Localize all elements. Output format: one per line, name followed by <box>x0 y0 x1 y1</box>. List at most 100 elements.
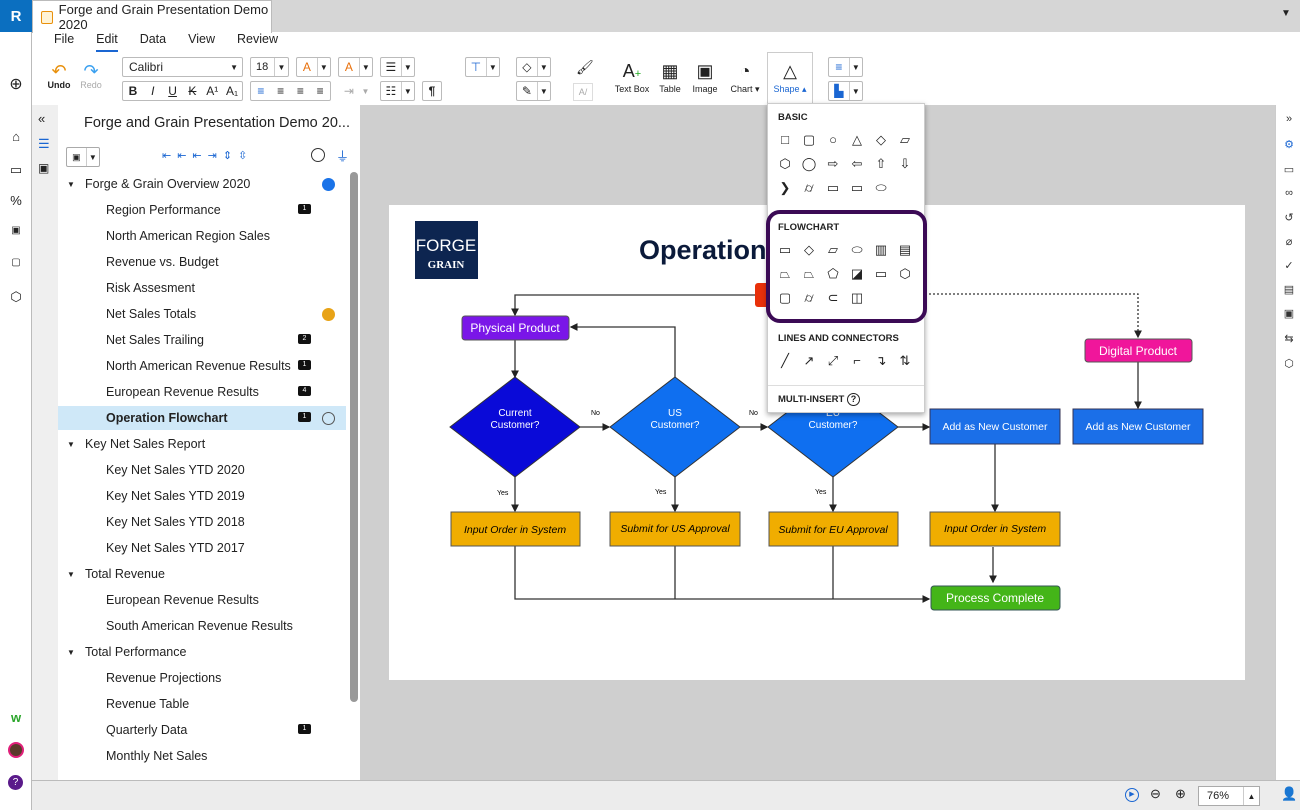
basic-shape-16[interactable]: ⬭ <box>872 180 890 196</box>
status-filter-icon[interactable] <box>311 148 325 162</box>
justify-button[interactable]: ≡ <box>310 84 330 98</box>
vertical-align-button[interactable]: ⊤ ▼ <box>465 57 500 77</box>
outline-item[interactable]: ▼ Forge & Grain Overview 2020 <box>58 172 346 196</box>
arrange-button[interactable]: ≡ ▼ <box>828 57 863 77</box>
multi-insert-button[interactable]: MULTI-INSERT ? <box>778 393 860 406</box>
input-order-node[interactable]: Input Order in System <box>929 511 1061 547</box>
caret-down-icon[interactable]: ▼ <box>67 648 75 657</box>
outline-item[interactable]: Revenue vs. Budget <box>58 250 346 274</box>
basic-shape-9[interactable]: ⇦ <box>848 156 866 172</box>
comment-badge[interactable]: 2 <box>298 334 311 344</box>
connector-shape-4[interactable]: ↴ <box>872 353 890 369</box>
outline-item[interactable]: European Revenue Results <box>58 588 346 612</box>
menu-view[interactable]: View <box>188 32 215 52</box>
add-section-button[interactable]: ▣ ▼ <box>66 147 100 167</box>
format-painter-icon[interactable]: 🖌 <box>576 59 594 76</box>
new-customer-node[interactable]: Add as New Customer <box>929 408 1061 445</box>
chevron-down-icon[interactable]: ▼ <box>1281 8 1291 19</box>
comment-icon[interactable]: ▭ <box>1281 163 1297 176</box>
eu-approval-node[interactable]: Submit for EU Approval <box>768 511 899 547</box>
basic-shape-2[interactable]: ○ <box>824 132 842 147</box>
basic-shape-11[interactable]: ⇩ <box>896 156 914 172</box>
basic-shape-3[interactable]: △ <box>848 132 866 148</box>
outline-tools[interactable]: ⇤⇤⇤⇥⇕⇳ <box>162 149 253 162</box>
folder-icon[interactable]: ▭ <box>8 162 24 178</box>
task-icon[interactable]: ▢ <box>8 257 24 268</box>
us-customer-decision[interactable]: USCustomer? <box>609 376 741 478</box>
us-approval-node[interactable]: Submit for US Approval <box>609 511 741 547</box>
translate-icon[interactable]: ⇆ <box>1281 332 1297 345</box>
home-icon[interactable]: ⌂ <box>8 129 24 144</box>
outline-item[interactable]: Monthly Net Sales <box>58 744 346 768</box>
basic-shape-13[interactable]: ⌭ <box>800 180 818 196</box>
filter-icon[interactable]: ⏚ <box>336 146 349 165</box>
caret-down-icon[interactable]: ▼ <box>67 440 75 449</box>
subscript-button[interactable]: A₁ <box>222 84 242 98</box>
settings-icon[interactable]: ⚙ <box>1281 138 1297 151</box>
basic-shape-7[interactable]: ◯ <box>800 156 818 172</box>
digital-product-node[interactable]: Digital Product <box>1084 338 1193 363</box>
outline-icon[interactable]: ☰ <box>38 136 50 152</box>
link-icon[interactable]: ∞ <box>1281 187 1297 199</box>
collapse-icon[interactable]: » <box>1281 113 1297 125</box>
outline-item[interactable]: Net Sales Totals <box>58 302 346 326</box>
outline-item[interactable]: Region Performance 1 <box>58 198 346 222</box>
basic-shape-0[interactable]: □ <box>776 132 794 147</box>
comment-badge[interactable]: 1 <box>298 412 311 422</box>
process-complete-node[interactable]: Process Complete <box>930 585 1061 611</box>
font-select[interactable]: Calibri ▼ <box>122 57 243 77</box>
comment-badge[interactable]: 1 <box>298 204 311 214</box>
outline-item[interactable]: Key Net Sales YTD 2018 <box>58 510 346 534</box>
image-button[interactable]: ▣ Image <box>690 58 720 94</box>
bold-button[interactable]: B <box>123 84 143 98</box>
outline-item[interactable]: North American Region Sales <box>58 224 346 248</box>
outline-item[interactable]: ▼ Key Net Sales Report <box>58 432 346 456</box>
outline-item[interactable]: Risk Assesment <box>58 276 346 300</box>
publish-icon[interactable]: ▣ <box>1281 307 1297 320</box>
comment-badge[interactable]: 4 <box>298 386 311 396</box>
comment-badge[interactable]: 1 <box>298 724 311 734</box>
connector-shape-0[interactable]: ╱ <box>776 353 794 369</box>
connector-shape-2[interactable]: ⤢ <box>824 353 842 369</box>
numbered-list-button[interactable]: ☷ ▼ <box>380 81 415 101</box>
input-order-node[interactable]: Input Order in System <box>450 511 581 547</box>
basic-shape-8[interactable]: ⇨ <box>824 156 842 172</box>
basic-shape-5[interactable]: ▱ <box>896 132 914 148</box>
collapse-panel-icon[interactable]: « <box>38 111 45 126</box>
chat-icon[interactable]: ▤ <box>1281 283 1297 296</box>
app-logo[interactable]: R <box>0 0 32 32</box>
status-circle[interactable] <box>322 412 335 425</box>
font-size-select[interactable]: 18 ▼ <box>250 57 289 77</box>
new-customer-node[interactable]: Add as New Customer <box>1072 408 1204 445</box>
basic-shape-14[interactable]: ▭ <box>824 180 842 196</box>
caret-down-icon[interactable]: ▼ <box>67 570 75 579</box>
indent-button[interactable]: ⇥ ▼ <box>338 81 373 101</box>
current-customer-decision[interactable]: CurrentCustomer? <box>449 376 581 478</box>
history-icon[interactable]: ↺ <box>1281 211 1297 224</box>
zoom-out-icon[interactable]: ⊖ <box>1150 786 1161 802</box>
comments-panel-icon[interactable]: ▣ <box>38 161 49 175</box>
avatar[interactable] <box>8 742 24 758</box>
bullet-list-button[interactable]: ☰ ▼ <box>380 57 415 77</box>
redo-button[interactable]: ↷ Redo <box>76 58 106 90</box>
comment-badge[interactable]: 1 <box>298 360 311 370</box>
cube-icon[interactable]: ⬡ <box>8 289 24 305</box>
document-tab[interactable]: Forge and Grain Presentation Demo 2020 <box>32 0 272 33</box>
underline-button[interactable]: U <box>163 84 183 98</box>
align-objects-button[interactable]: ▙ ▼ <box>828 81 863 101</box>
table-button[interactable]: ▦ Table <box>656 58 684 94</box>
check-icon[interactable]: ✓ <box>1281 259 1297 272</box>
status-dot[interactable] <box>322 308 335 321</box>
outline-item[interactable]: ▼ Total Performance <box>58 640 346 664</box>
outline-item[interactable]: Key Net Sales YTD 2020 <box>58 458 346 482</box>
strikethrough-button[interactable]: K <box>182 84 202 98</box>
outline-item[interactable]: North American Revenue Results 1 <box>58 354 346 378</box>
help-icon[interactable]: ? <box>8 775 23 790</box>
caret-down-icon[interactable]: ▼ <box>67 180 75 189</box>
attachment-icon[interactable]: ⌀ <box>1281 235 1297 248</box>
align-center-button[interactable]: ≡ <box>271 84 291 98</box>
italic-button[interactable]: I <box>143 84 163 98</box>
clear-style-button[interactable]: A ▼ <box>338 57 373 77</box>
basic-shape-6[interactable]: ⬡ <box>776 156 794 172</box>
basic-shape-10[interactable]: ⇧ <box>872 156 890 172</box>
